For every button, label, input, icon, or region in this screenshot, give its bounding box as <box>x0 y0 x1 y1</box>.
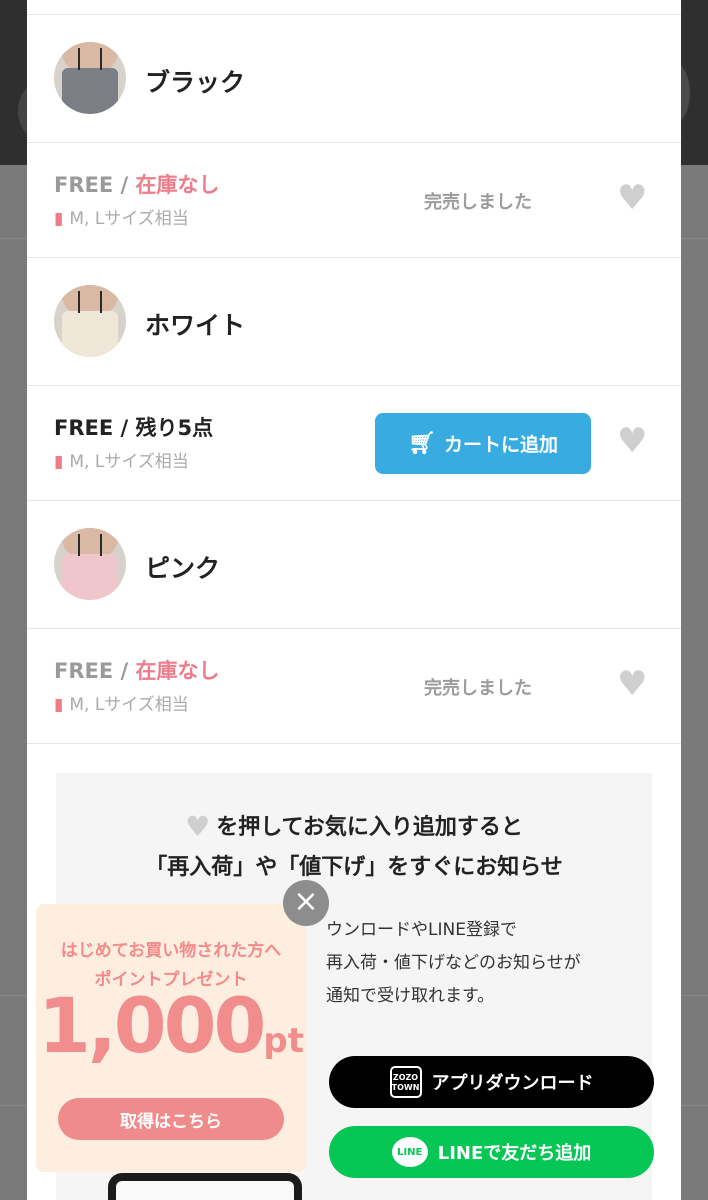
color-name: ブラック <box>145 68 246 97</box>
size-stock-label: FREE / 残り5点 <box>54 412 213 442</box>
size-stock-label: FREE / 在庫なし <box>54 655 220 685</box>
first-purchase-promo-popup: はじめてお買い物された方へ ポイントプレゼント 1,000pt 取得はこちら <box>36 904 306 1172</box>
info-text-line2: 再入荷・値下げなどのお知らせが <box>326 953 581 973</box>
fit-text: M, Lサイズ相当 <box>69 209 189 229</box>
size-label: FREE <box>54 416 114 440</box>
cart-button-label: カートに追加 <box>443 434 558 456</box>
promo-unit: pt <box>263 1021 304 1061</box>
person-icon: ▮ <box>54 695 64 715</box>
color-name: ホワイト <box>145 311 246 340</box>
info-text-line3: 通知で受け取れます。 <box>326 986 495 1006</box>
color-row-black: ブラック <box>27 15 681 141</box>
color-row-white: ホワイト <box>27 258 681 384</box>
color-name: ピンク <box>145 554 221 583</box>
separator: / <box>120 659 129 683</box>
separator: / <box>120 416 129 440</box>
fit-info: ▮ M, Lサイズ相当 <box>54 204 189 229</box>
get-points-button[interactable]: 取得はこちら <box>58 1098 284 1140</box>
close-icon[interactable]: × <box>283 880 329 926</box>
person-icon: ▮ <box>54 452 64 472</box>
add-to-cart-button[interactable]: 🛒︎ カートに追加 <box>375 413 591 474</box>
product-thumbnail <box>54 42 126 114</box>
divider <box>27 743 681 744</box>
stock-status: 残り5点 <box>135 416 214 440</box>
size-label: FREE <box>54 659 114 683</box>
stock-status: 在庫なし <box>135 173 220 197</box>
heart-icon[interactable]: ♥ <box>617 424 647 458</box>
promo-points: 1,000pt <box>36 988 306 1064</box>
person-icon: ▮ <box>54 209 64 229</box>
stock-status: 在庫なし <box>135 659 220 683</box>
heart-icon: ♥ <box>185 810 211 843</box>
info-title-line1: ♥ を押してお気に入り追加すると <box>185 810 523 843</box>
info-title-line2: 「再入荷」や「値下げ」をすぐにお知らせ <box>145 855 563 880</box>
product-thumbnail <box>54 285 126 357</box>
phone-illustration <box>108 1173 302 1200</box>
line-add-friend-label: LINEで友だち追加 <box>437 1143 592 1164</box>
fit-text: M, Lサイズ相当 <box>69 452 189 472</box>
fit-info: ▮ M, Lサイズ相当 <box>54 690 189 715</box>
info-text-line1: ウンロードやLINE登録で <box>326 920 517 940</box>
fit-info: ▮ M, Lサイズ相当 <box>54 447 189 472</box>
zozotown-logo-icon: ZOZO TOWN <box>389 1066 422 1098</box>
size-row: FREE / 在庫なし ▮ M, Lサイズ相当 完売しました ♥ <box>27 143 681 257</box>
app-download-button[interactable]: ZOZO TOWN アプリダウンロード <box>329 1056 654 1108</box>
promo-amount: 1,000 <box>38 981 266 1070</box>
size-row: FREE / 在庫なし ▮ M, Lサイズ相当 完売しました ♥ <box>27 629 681 743</box>
line-add-friend-button[interactable]: LINE LINEで友だち追加 <box>329 1126 654 1178</box>
color-row-pink: ピンク <box>27 501 681 627</box>
heart-icon[interactable]: ♥ <box>617 181 647 215</box>
product-thumbnail <box>54 528 126 600</box>
size-row: FREE / 残り5点 ▮ M, Lサイズ相当 🛒︎ カートに追加 ♥ <box>27 386 681 500</box>
cart-icon: 🛒︎ <box>408 431 436 456</box>
sold-out-label: 完売しました <box>424 678 532 699</box>
size-stock-label: FREE / 在庫なし <box>54 169 220 199</box>
app-download-label: アプリダウンロード <box>431 1073 594 1094</box>
promo-line1: はじめてお買い物された方へ <box>60 941 282 961</box>
heart-icon[interactable]: ♥ <box>617 667 647 701</box>
line-logo-icon: LINE <box>391 1137 428 1167</box>
sold-out-label: 完売しました <box>424 192 532 213</box>
separator: / <box>120 173 129 197</box>
fit-text: M, Lサイズ相当 <box>69 695 189 715</box>
size-label: FREE <box>54 173 114 197</box>
